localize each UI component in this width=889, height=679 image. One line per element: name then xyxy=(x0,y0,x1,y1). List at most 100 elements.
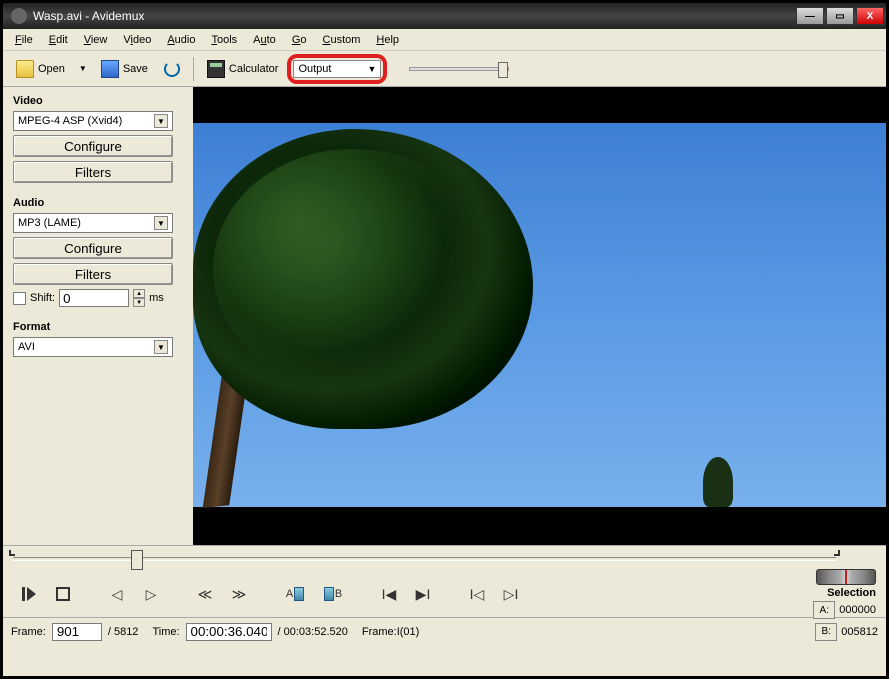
next-frame-button[interactable]: ▷ xyxy=(135,579,167,609)
shift-label: Shift: xyxy=(30,292,55,304)
chevron-down-icon: ▼ xyxy=(154,340,168,354)
marker-b-icon xyxy=(324,587,334,601)
audio-filters-button[interactable]: Filters xyxy=(13,263,173,285)
video-section-label: Video xyxy=(13,95,183,107)
refresh-icon xyxy=(164,61,180,77)
dropdown-arrow-icon: ▼ xyxy=(368,64,377,74)
transport-controls: ◁ ▷ ≪ ≫ A B I◀ ▶I I◁ ▷I Selection A: 000… xyxy=(3,571,886,617)
menubar: File Edit View Video Audio Tools Auto Go… xyxy=(3,29,886,51)
frame-input[interactable] xyxy=(52,623,102,641)
window-title: Wasp.avi - Avidemux xyxy=(33,9,794,23)
output-highlight: Output ▼ xyxy=(287,54,387,84)
calculator-label: Calculator xyxy=(229,63,279,75)
calculator-icon xyxy=(207,60,225,78)
minimize-button[interactable]: — xyxy=(796,7,824,25)
frame-type: Frame:I(01) xyxy=(362,626,419,638)
open-label: Open xyxy=(38,63,65,75)
zoom-slider[interactable] xyxy=(409,67,509,71)
chevron-down-icon: ▼ xyxy=(154,216,168,230)
timeline-scrubber xyxy=(3,545,886,571)
audio-codec-select[interactable]: MP3 (LAME) ▼ xyxy=(13,213,173,233)
preview-smalltree xyxy=(703,457,733,507)
time-input[interactable] xyxy=(186,623,272,641)
set-marker-a-button[interactable]: A xyxy=(277,579,313,609)
time-label: Time: xyxy=(152,626,179,638)
menu-video[interactable]: Video xyxy=(115,31,159,49)
video-codec-select[interactable]: MPEG-4 ASP (Xvid4) ▼ xyxy=(13,111,173,131)
titlebar: Wasp.avi - Avidemux — ▭ X xyxy=(3,3,886,29)
set-marker-b-button[interactable]: B xyxy=(315,579,351,609)
goto-b-button[interactable]: B: xyxy=(815,623,837,641)
video-codec-value: MPEG-4 ASP (Xvid4) xyxy=(18,115,122,127)
jog-wheel[interactable] xyxy=(816,569,876,585)
maximize-button[interactable]: ▭ xyxy=(826,7,854,25)
menu-help[interactable]: Help xyxy=(368,31,407,49)
selection-a-value: 000000 xyxy=(839,604,876,616)
time-total: / 00:03:52.520 xyxy=(278,626,348,638)
menu-file[interactable]: File xyxy=(7,31,41,49)
menu-view[interactable]: View xyxy=(76,31,116,49)
video-filters-button[interactable]: Filters xyxy=(13,161,173,183)
separator xyxy=(193,57,194,81)
zoom-slider-area xyxy=(409,67,880,71)
spin-down-icon[interactable]: ▼ xyxy=(133,298,145,307)
prev-black-button[interactable]: I◁ xyxy=(461,579,493,609)
audio-section-label: Audio xyxy=(13,197,183,209)
stop-button[interactable] xyxy=(47,579,79,609)
menu-edit[interactable]: Edit xyxy=(41,31,76,49)
save-label: Save xyxy=(123,63,148,75)
output-dropdown[interactable]: Output ▼ xyxy=(293,60,381,78)
shift-input[interactable] xyxy=(59,289,129,307)
output-label: Output xyxy=(298,63,331,75)
next-keyframe-button[interactable]: ≫ xyxy=(223,579,255,609)
mark-end-icon xyxy=(834,550,840,556)
refresh-button[interactable] xyxy=(157,57,187,81)
shift-checkbox[interactable] xyxy=(13,292,26,305)
video-preview xyxy=(193,87,886,545)
main-area: Video MPEG-4 ASP (Xvid4) ▼ Configure Fil… xyxy=(3,87,886,545)
timeline-track[interactable] xyxy=(13,557,836,561)
open-dropdown[interactable]: ▼ xyxy=(74,63,92,74)
audio-configure-button[interactable]: Configure xyxy=(13,237,173,259)
format-value: AVI xyxy=(18,341,35,353)
goto-start-button[interactable]: I◀ xyxy=(373,579,405,609)
selection-b-value: 005812 xyxy=(841,626,878,638)
preview-tree xyxy=(183,129,563,507)
format-section-label: Format xyxy=(13,321,183,333)
goto-a-button[interactable]: A: xyxy=(813,601,835,619)
audio-codec-value: MP3 (LAME) xyxy=(18,217,81,229)
side-panel: Video MPEG-4 ASP (Xvid4) ▼ Configure Fil… xyxy=(3,87,193,545)
selection-panel: Selection A: 000000 xyxy=(813,569,876,619)
open-button[interactable]: Open xyxy=(9,56,72,82)
frame-total: / 5812 xyxy=(108,626,139,638)
timeline-thumb[interactable] xyxy=(131,550,143,570)
shift-unit: ms xyxy=(149,292,164,304)
audio-shift-row: Shift: ▲ ▼ ms xyxy=(13,289,183,307)
calculator-button[interactable]: Calculator xyxy=(200,56,286,82)
folder-icon xyxy=(16,60,34,78)
menu-go[interactable]: Go xyxy=(284,31,315,49)
status-bar: Frame: / 5812 Time: / 00:03:52.520 Frame… xyxy=(3,617,886,645)
slider-thumb[interactable] xyxy=(498,62,508,78)
menu-auto[interactable]: Auto xyxy=(245,31,284,49)
mark-start-icon xyxy=(9,550,15,556)
video-configure-button[interactable]: Configure xyxy=(13,135,173,157)
frame-label: Frame: xyxy=(11,626,46,638)
goto-end-button[interactable]: ▶I xyxy=(407,579,439,609)
save-button[interactable]: Save xyxy=(94,56,155,82)
selection-label: Selection xyxy=(827,587,876,599)
marker-a-icon xyxy=(294,587,304,601)
prev-keyframe-button[interactable]: ≪ xyxy=(189,579,221,609)
chevron-down-icon: ▼ xyxy=(154,114,168,128)
shift-spinner[interactable]: ▲ ▼ xyxy=(133,289,145,307)
close-button[interactable]: X xyxy=(856,7,884,25)
spin-up-icon[interactable]: ▲ xyxy=(133,289,145,298)
disk-icon xyxy=(101,60,119,78)
format-select[interactable]: AVI ▼ xyxy=(13,337,173,357)
next-black-button[interactable]: ▷I xyxy=(495,579,527,609)
play-button[interactable] xyxy=(13,579,45,609)
menu-audio[interactable]: Audio xyxy=(159,31,203,49)
prev-frame-button[interactable]: ◁ xyxy=(101,579,133,609)
menu-tools[interactable]: Tools xyxy=(203,31,245,49)
menu-custom[interactable]: Custom xyxy=(315,31,369,49)
